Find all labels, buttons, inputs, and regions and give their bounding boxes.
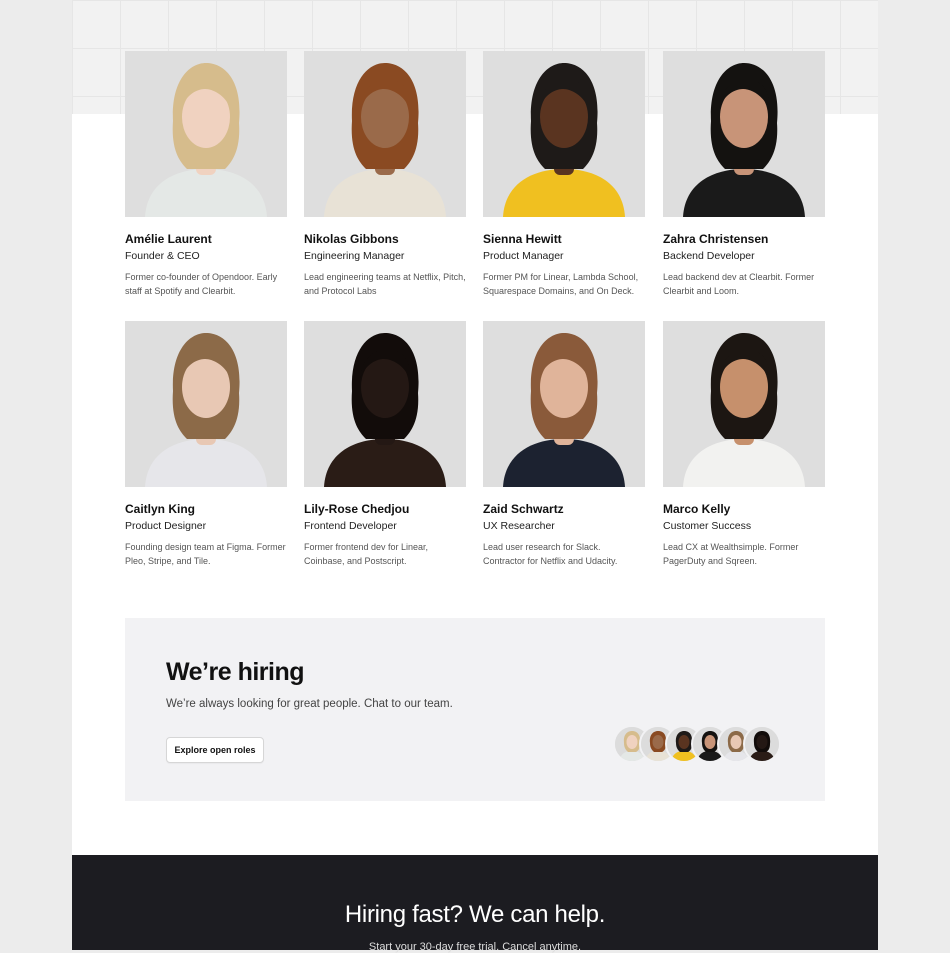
team-member-bio: Former co-founder of Opendoor. Early sta…: [125, 272, 278, 296]
team-member-photo: [125, 321, 287, 487]
team-member-card: Zaid Schwartz UX Researcher Lead user rese…: [483, 321, 645, 568]
team-member-name: Zaid Schwartz: [483, 502, 564, 516]
team-member-photo: [663, 321, 825, 487]
team-member-role: Backend Developer: [663, 250, 755, 262]
team-member-photo: [304, 321, 466, 487]
avatar: [743, 725, 781, 763]
team-member-bio: Founding design team at Figma. Former Pl…: [125, 542, 286, 566]
team-member-name: Marco Kelly: [663, 502, 731, 516]
hiring-subtitle: We’re always looking for great people. C…: [166, 698, 453, 710]
team-member-photo: [483, 51, 645, 217]
team-member-name: Caitlyn King: [125, 502, 196, 516]
team-member-bio: Lead engineering teams at Netflix, Pitch…: [304, 272, 466, 296]
cta-section: Hiring fast? We can help. Start your 30-…: [72, 855, 878, 953]
cta-subtitle: Start your 30-day free trial. Cancel any…: [368, 941, 582, 953]
team-member-bio: Lead user research for Slack. Contractor…: [483, 542, 618, 566]
team-member-photo: [125, 51, 287, 217]
team-member-photo: [483, 321, 645, 487]
team-member-card: Zahra Christensen Backend Developer Lead b…: [663, 51, 825, 298]
cta-title: Hiring fast? We can help.: [344, 901, 606, 928]
team-member-role: Founder & CEO: [125, 250, 200, 262]
team-member-name: Amélie Laurent: [125, 232, 212, 246]
team-member-card: Nikolas Gibbons Engineering Manager Lead e…: [304, 51, 466, 298]
team-member-name: Zahra Christensen: [663, 232, 769, 246]
team-member-card: Sienna Hewitt Product Manager Former PM fo…: [483, 51, 645, 298]
team-member-role: Product Designer: [125, 520, 207, 532]
team-member-role: Frontend Developer: [304, 520, 397, 532]
team-member-role: Customer Success: [663, 520, 752, 532]
team-member-role: UX Researcher: [483, 520, 555, 532]
page-content: Amélie Laurent Founder & CEO Former co-fou…: [72, 0, 878, 953]
team-member-role: Product Manager: [483, 250, 564, 262]
team-member-role: Engineering Manager: [304, 250, 405, 262]
team-member-card: Marco Kelly Customer Success Lead CX at We…: [663, 321, 825, 568]
team-member-photo: [304, 51, 466, 217]
team-member-bio: Lead backend dev at Clearbit. Former Cle…: [663, 272, 815, 296]
team-member-bio: Former frontend dev for Linear, Coinbase…: [304, 542, 429, 566]
hiring-section: We’re hiring We’re always looking for gr…: [125, 618, 825, 801]
team-member-card: Lily-Rose Chedjou Frontend Developer Forme…: [304, 321, 466, 568]
team-member-name: Nikolas Gibbons: [304, 232, 399, 246]
team-member-card: Caitlyn King Product Designer Founding des…: [125, 321, 287, 568]
team-member-name: Lily-Rose Chedjou: [304, 502, 410, 516]
team-member-bio: Lead CX at Wealthsimple. Former PagerDut…: [663, 542, 799, 566]
team-member-card: Amélie Laurent Founder & CEO Former co-fou…: [125, 51, 287, 298]
explore-open-roles-button[interactable]: Explore open roles: [166, 737, 264, 763]
team-member-bio: Former PM for Linear, Lambda School, Squ…: [483, 272, 639, 296]
team-member-photo: [663, 51, 825, 217]
hiring-title: We’re hiring: [166, 658, 305, 686]
team-member-name: Sienna Hewitt: [483, 232, 562, 246]
